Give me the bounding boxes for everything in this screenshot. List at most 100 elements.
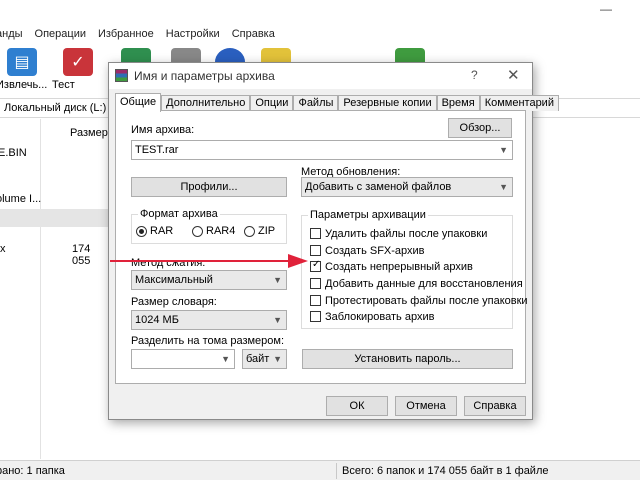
compression-method-label: Метод сжатия:: [131, 257, 206, 269]
column-separator: [40, 119, 41, 459]
menu-help[interactable]: Справка: [232, 28, 275, 40]
compression-method-value: Максимальный: [135, 274, 213, 286]
format-zip-radio[interactable]: ZIP: [244, 225, 275, 237]
dialog-tabs: Общие Дополнительно Опции Файлы Резервны…: [115, 93, 559, 112]
list-item[interactable]: olume I...: [0, 191, 110, 209]
extract-button[interactable]: ▤ Извлечь...: [0, 48, 48, 91]
set-password-button[interactable]: Установить пароль...: [302, 349, 513, 369]
menu-favorites[interactable]: Избранное: [98, 28, 154, 40]
chevron-down-icon: ▼: [273, 315, 282, 325]
option-label: Создать SFX-архив: [325, 244, 425, 257]
dictionary-size-value: 1024 МБ: [135, 314, 179, 326]
archiving-options-group: Параметры архивации Удалить файлы после …: [301, 209, 528, 329]
checkbox-icon: [310, 311, 321, 322]
test-label: Тест: [52, 79, 75, 91]
ok-button[interactable]: ОК: [326, 396, 388, 416]
chevron-down-icon[interactable]: ▼: [221, 350, 230, 368]
format-rar4-radio[interactable]: RAR4: [192, 225, 235, 237]
browse-button[interactable]: Обзор...: [448, 118, 512, 138]
file-size: 174 055: [72, 243, 91, 267]
close-icon[interactable]: ✕: [507, 66, 520, 84]
option-label: Протестировать файлы после упаковки: [325, 294, 528, 307]
tab-general[interactable]: Общие: [115, 93, 162, 112]
tab-options[interactable]: Опции: [250, 95, 294, 111]
dialog-title-bar[interactable]: Имя и параметры архива ? ✕: [109, 63, 532, 89]
file-name: x: [0, 243, 6, 255]
test-button[interactable]: ✓ Тест: [52, 48, 104, 91]
archive-name-value: TEST.rar: [135, 144, 179, 156]
recovery-record-checkbox[interactable]: Добавить данные для восстановления: [310, 276, 523, 291]
lock-archive-checkbox[interactable]: Заблокировать архив: [310, 309, 434, 324]
profiles-button[interactable]: Профили...: [131, 177, 287, 197]
checkbox-icon: [310, 278, 321, 289]
format-rar-label: RAR: [150, 225, 174, 237]
menu-bar: анды Операции Избранное Настройки Справк…: [0, 24, 640, 44]
solid-archive-checkbox[interactable]: Создать непрерывный архив: [310, 259, 473, 274]
format-rar-radio[interactable]: RAR: [136, 225, 173, 237]
menu-settings[interactable]: Настройки: [166, 28, 220, 40]
split-unit-select[interactable]: байт ▼: [242, 349, 287, 369]
chevron-down-icon: ▼: [499, 182, 508, 192]
dialog-title: Имя и параметры архива: [134, 69, 275, 83]
status-separator: [336, 463, 337, 479]
status-total: Всего: 6 папок и 174 055 байт в 1 файле: [342, 465, 549, 477]
delete-after-archiving-checkbox[interactable]: Удалить файлы после упаковки: [310, 226, 487, 241]
menu-commands[interactable]: анды: [0, 28, 23, 40]
test-after-archiving-checkbox[interactable]: Протестировать файлы после упаковки: [310, 293, 528, 308]
compression-method-select[interactable]: Максимальный ▼: [131, 270, 287, 290]
tab-comment[interactable]: Комментарий: [479, 95, 559, 111]
archiving-options-label: Параметры архивации: [308, 209, 428, 221]
list-item-selected[interactable]: [0, 209, 110, 227]
format-rar4-label: RAR4: [206, 225, 236, 237]
update-method-value: Добавить с заменой файлов: [305, 181, 452, 193]
status-selected: рано: 1 папка: [0, 465, 65, 477]
radio-selected-icon: [136, 225, 147, 237]
file-name: E.BIN: [0, 147, 27, 159]
option-label: Создать непрерывный архив: [325, 260, 473, 273]
general-tab-panel: Имя архива: Обзор... TEST.rar ▼ Метод об…: [115, 110, 528, 384]
minimize-button[interactable]: —: [600, 2, 612, 16]
format-zip-label: ZIP: [258, 225, 276, 237]
chevron-down-icon[interactable]: ▼: [499, 141, 508, 159]
extract-label: Извлечь...: [0, 79, 48, 91]
extract-folder-icon: ▤: [7, 48, 37, 76]
option-label: Заблокировать архив: [325, 310, 435, 323]
size-column-header[interactable]: Размер: [70, 127, 108, 139]
address-path: Локальный диск (L:): [4, 102, 107, 114]
archive-parameters-dialog: Имя и параметры архива ? ✕ Общие Дополни…: [108, 62, 559, 420]
checkbox-checked-icon: [310, 259, 321, 272]
list-item[interactable]: E.BIN: [0, 145, 110, 163]
option-label: Удалить файлы после упаковки: [325, 227, 488, 240]
split-volumes-input[interactable]: ▼: [131, 349, 235, 369]
cancel-button[interactable]: Отмена: [395, 396, 457, 416]
checkbox-icon: [310, 228, 321, 239]
archive-name-label: Имя архива:: [131, 124, 195, 136]
list-item[interactable]: x 174 055: [0, 241, 110, 267]
checkbox-icon: [310, 295, 321, 306]
status-bar: рано: 1 папка Всего: 6 папок и 174 055 б…: [0, 460, 640, 480]
archive-name-input[interactable]: TEST.rar ▼: [131, 140, 513, 160]
test-checklist-icon: ✓: [63, 48, 93, 76]
radio-icon: [192, 225, 203, 237]
dictionary-size-select[interactable]: 1024 МБ ▼: [131, 310, 287, 330]
tab-files[interactable]: Файлы: [293, 95, 339, 111]
option-label: Добавить данные для восстановления: [325, 277, 523, 290]
update-method-select[interactable]: Добавить с заменой файлов ▼: [301, 177, 513, 197]
chevron-down-icon: ▼: [273, 275, 282, 285]
file-name: olume I...: [0, 193, 42, 205]
winrar-app-icon: [115, 69, 128, 82]
dictionary-size-label: Размер словаря:: [131, 296, 217, 308]
archive-format-group: Формат архива RAR RAR4 ZIP: [131, 208, 287, 244]
archive-format-label: Формат архива: [138, 208, 220, 220]
radio-icon: [244, 225, 255, 237]
create-sfx-checkbox[interactable]: Создать SFX-архив: [310, 243, 425, 258]
help-icon[interactable]: ?: [471, 68, 478, 82]
tab-backup[interactable]: Резервные копии: [338, 95, 437, 111]
split-volumes-label: Разделить на тома размером:: [131, 335, 285, 347]
tab-time[interactable]: Время: [436, 95, 480, 111]
chevron-down-icon: ▼: [273, 354, 282, 364]
menu-operations[interactable]: Операции: [35, 28, 86, 40]
help-button[interactable]: Справка: [464, 396, 526, 416]
split-unit-value: байт: [246, 353, 270, 365]
tab-advanced[interactable]: Дополнительно: [161, 95, 251, 111]
